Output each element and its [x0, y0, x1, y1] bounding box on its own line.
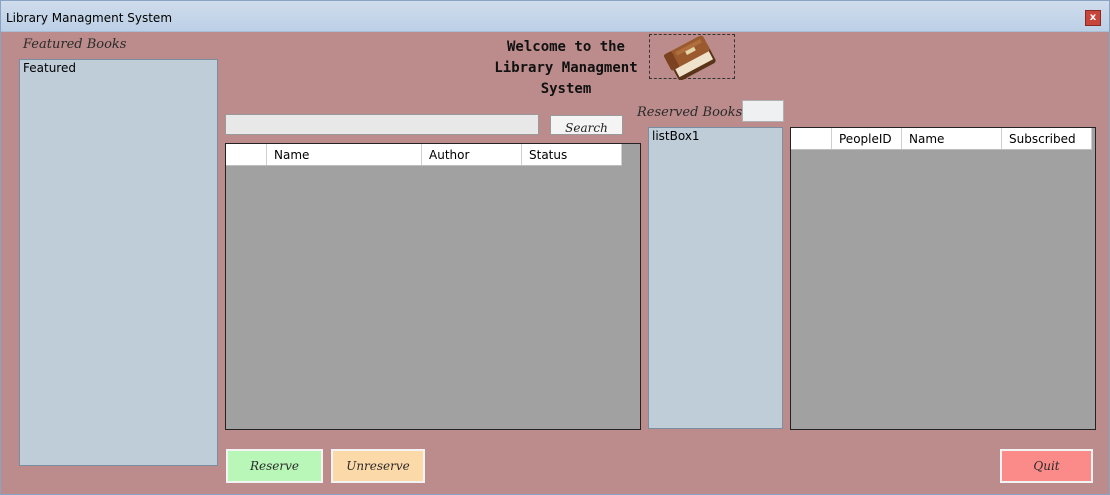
reserve-button[interactable]: Reserve: [226, 449, 323, 483]
reserved-books-label: Reserved Books: [637, 105, 743, 120]
title-bar: Library Managment System x: [1, 1, 1109, 32]
unreserve-button[interactable]: Unreserve: [331, 449, 425, 483]
row-header-cell[interactable]: [791, 128, 832, 149]
books-grid[interactable]: Name Author Status: [225, 143, 641, 430]
column-header-status[interactable]: Status: [522, 144, 622, 165]
people-grid-header: PeopleID Name Subscribed: [791, 128, 1092, 150]
welcome-heading: Welcome to the Library Managment System: [481, 37, 651, 100]
close-button[interactable]: x: [1085, 10, 1101, 26]
window-title: Library Managment System: [6, 11, 173, 25]
featured-books-list[interactable]: Featured: [19, 59, 218, 466]
main-window: Library Managment System x Featured Book…: [0, 0, 1110, 495]
reserved-books-list[interactable]: listBox1: [648, 127, 783, 429]
book-icon: [664, 35, 716, 81]
column-header-peopleid[interactable]: PeopleID: [832, 128, 902, 149]
column-header-name[interactable]: Name: [902, 128, 1002, 149]
welcome-line: Library Managment: [494, 60, 638, 76]
books-grid-header: Name Author Status: [226, 144, 622, 166]
people-grid[interactable]: PeopleID Name Subscribed: [790, 127, 1096, 430]
featured-books-label: Featured Books: [23, 37, 127, 52]
search-button[interactable]: Search: [550, 115, 623, 135]
column-header-author[interactable]: Author: [422, 144, 522, 165]
column-header-subscribed[interactable]: Subscribed: [1002, 128, 1092, 149]
welcome-line: Welcome to the: [506, 39, 625, 55]
list-item[interactable]: listBox1: [652, 129, 700, 143]
quit-button[interactable]: Quit: [1000, 449, 1093, 483]
welcome-line: System: [540, 81, 592, 97]
reserved-count-field[interactable]: [742, 100, 784, 122]
logo-picturebox: [649, 34, 735, 81]
row-header-cell[interactable]: [226, 144, 267, 165]
column-header-name[interactable]: Name: [267, 144, 422, 165]
search-input[interactable]: [225, 114, 539, 135]
list-item[interactable]: Featured: [23, 61, 76, 75]
